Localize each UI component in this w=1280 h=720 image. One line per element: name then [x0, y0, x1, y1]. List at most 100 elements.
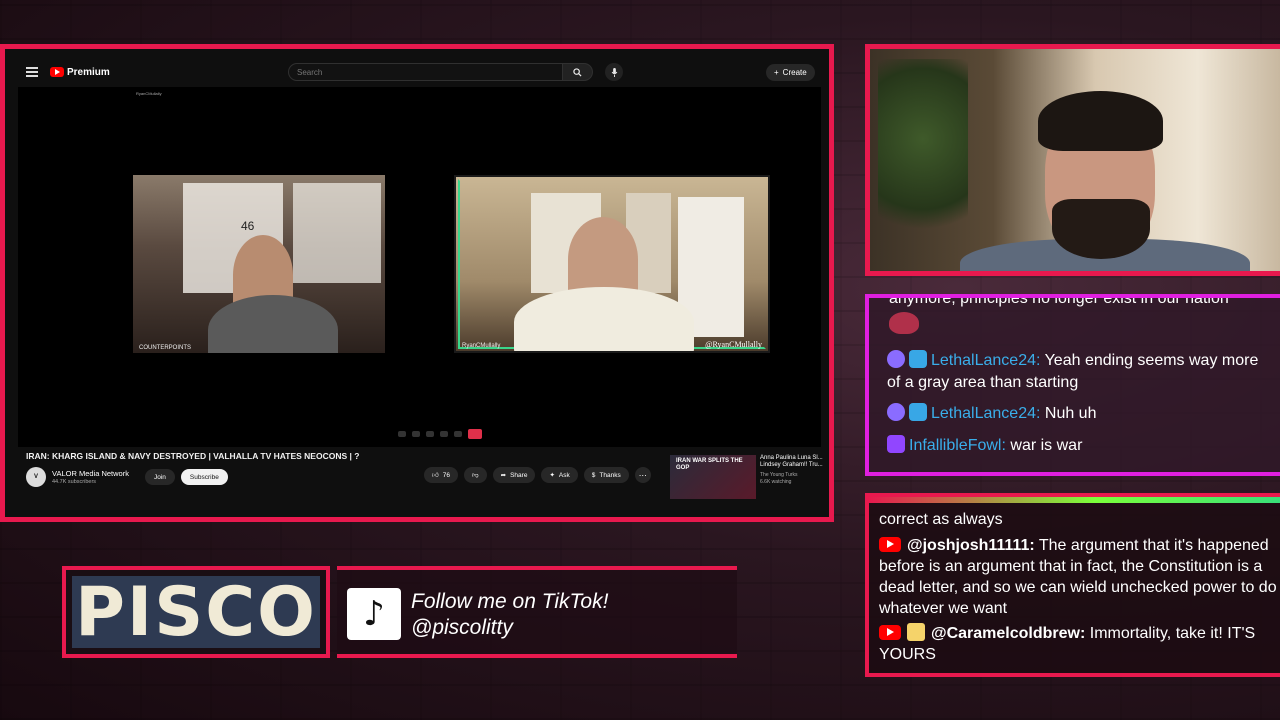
video-cam-right: RyanCMullally @RyanCMullally: [454, 175, 770, 353]
dollar-icon: $: [591, 471, 596, 479]
recommended-watching: 6.6K watching: [760, 479, 792, 485]
plant: [878, 59, 968, 259]
thumbs-down-icon: 👎︎: [472, 472, 479, 479]
control-button[interactable]: [412, 431, 420, 437]
channel-name[interactable]: VALOR Media Network: [52, 469, 129, 478]
tiktok-banner: ♪ Follow me on TikTok! @piscolitty: [337, 566, 737, 658]
more-options-button[interactable]: ⋯: [634, 467, 651, 483]
moon-badge-icon: [887, 350, 905, 368]
create-button[interactable]: + Create: [766, 64, 815, 81]
crown-badge-icon: [909, 350, 927, 368]
cam-right-handle: @RyanCMullally: [705, 340, 762, 349]
recommended-channel: The Young Turks: [760, 472, 798, 478]
cam-right-label: RyanCMullally: [462, 343, 501, 349]
video-cam-left: 46 COUNTERPOINTS: [133, 175, 385, 353]
youtube-window: Premium + Create RyanCMullally 4: [18, 57, 823, 515]
control-button[interactable]: [426, 431, 434, 437]
microphone-icon: [611, 67, 617, 77]
emote-icon: [889, 312, 919, 334]
chat-cut-line: correct as always: [879, 511, 1003, 528]
share-button[interactable]: ➦ Share: [492, 467, 536, 483]
guest-sweater: [514, 287, 694, 351]
like-button[interactable]: 👍︎ 76: [424, 467, 459, 483]
hamburger-menu-icon[interactable]: [26, 67, 38, 77]
thumbs-up-icon: 👍︎: [432, 472, 439, 479]
search-input[interactable]: [288, 63, 563, 81]
chat-message: LethalLance24: Nuh uh: [887, 403, 1267, 425]
chat-text: Nuh uh: [1040, 405, 1097, 422]
chat-username[interactable]: LethalLance24:: [931, 405, 1040, 422]
ask-label: Ask: [558, 471, 570, 479]
end-call-button[interactable]: [468, 429, 482, 439]
control-button[interactable]: [440, 431, 448, 437]
chat-message: LethalLance24: Yeah ending seems way mor…: [887, 350, 1267, 394]
twitch-badge-icon: [887, 435, 905, 453]
chat-message: @Caramelcoldbrew: Immortality, take it! …: [879, 623, 1279, 665]
video-title: IRAN: KHARG ISLAND & NAVY DESTROYED | VA…: [26, 451, 360, 461]
beer-badge-icon: [907, 623, 925, 641]
recommended-thumbnail: IRAN WAR SPLITS THE GOP: [670, 455, 756, 499]
chat-panel-bottom: correct as always @joshjosh11111: The ar…: [865, 493, 1280, 677]
chat-accent-bar: [869, 497, 1280, 503]
chat-panel-top: anymore, principles no longer exist in o…: [865, 294, 1280, 476]
recommended-video[interactable]: IRAN WAR SPLITS THE GOP Anna Paulina Lun…: [670, 455, 826, 499]
search-icon: [573, 67, 582, 77]
sparkle-icon: ✦: [549, 472, 555, 479]
channel-info: VALOR Media Network 44.7K subscribers: [52, 469, 129, 485]
subscribe-button[interactable]: Subscribe: [180, 469, 228, 485]
moon-badge-icon: [887, 403, 905, 421]
youtube-topbar: Premium + Create: [18, 57, 821, 87]
chat-text: war is war: [1005, 437, 1083, 454]
youtube-badge-icon: [879, 537, 901, 552]
youtube-logo[interactable]: Premium: [50, 67, 110, 78]
dislike-button[interactable]: 👎︎: [464, 467, 487, 483]
search-bar: [288, 63, 623, 81]
shelf-number: 46: [241, 219, 255, 233]
ask-button[interactable]: ✦ Ask: [541, 467, 578, 483]
youtube-brand-label: Premium: [67, 66, 110, 78]
video-actions: 👍︎ 76 👎︎ ➦ Share ✦ Ask $ Thanks ⋯: [424, 467, 651, 483]
join-button[interactable]: Join: [144, 469, 175, 485]
share-label: Share: [510, 471, 528, 479]
nameplate-inner: PISCO: [72, 573, 320, 652]
youtube-badge-icon: [879, 625, 901, 640]
streamer-name: PISCO: [75, 572, 317, 652]
chat-username[interactable]: InfallibleFowl:: [909, 437, 1006, 454]
control-button[interactable]: [454, 431, 462, 437]
tiktok-handle: @piscolitty: [411, 616, 513, 639]
youtube-capture-frame: Premium + Create RyanCMullally 4: [0, 44, 834, 522]
thanks-button[interactable]: $ Thanks: [583, 467, 629, 483]
guest-shirt: [208, 295, 338, 353]
search-button[interactable]: [563, 63, 593, 81]
voice-search-button[interactable]: [605, 63, 623, 81]
streamer-hair: [1038, 91, 1163, 151]
streamer-beard: [1052, 199, 1150, 259]
streamer-nameplate: PISCO: [62, 566, 330, 658]
bookshelf: [293, 183, 381, 283]
chat-username[interactable]: @joshjosh11111:: [907, 537, 1035, 554]
create-label: Create: [782, 68, 807, 77]
plus-icon: +: [774, 68, 779, 77]
chat-username[interactable]: LethalLance24:: [931, 352, 1040, 369]
cam-left-label: COUNTERPOINTS: [139, 345, 192, 351]
channel-avatar[interactable]: V: [26, 467, 46, 487]
youtube-play-icon: [50, 67, 64, 77]
like-count: 76: [442, 471, 451, 479]
thanks-label: Thanks: [599, 471, 621, 479]
share-icon: ➦: [500, 472, 507, 479]
recommended-info: Anna Paulina Luna Sl... Lindsey Graham!!…: [760, 455, 826, 499]
crown-badge-icon: [909, 403, 927, 421]
subscriber-count: 44.7K subscribers: [52, 479, 97, 485]
recommended-title: Anna Paulina Luna Sl... Lindsey Graham!!…: [760, 455, 823, 468]
video-player[interactable]: RyanCMullally 46 COUNTERPOINTS RyanCMull…: [18, 87, 821, 447]
player-controls: [398, 429, 482, 439]
tiktok-cta: Follow me on TikTok!: [411, 590, 609, 613]
video-channel-tag: RyanCMullally: [136, 91, 162, 96]
recommended-thumb-text: IRAN WAR SPLITS THE GOP: [676, 458, 743, 471]
control-button[interactable]: [398, 431, 406, 437]
tiktok-icon: ♪: [347, 588, 401, 640]
streamer-webcam: [865, 44, 1280, 276]
chat-message: InfallibleFowl: war is war: [887, 435, 1267, 457]
chat-message: @joshjosh11111: The argument that it's h…: [879, 535, 1279, 619]
chat-username[interactable]: @Caramelcoldbrew:: [931, 625, 1085, 642]
